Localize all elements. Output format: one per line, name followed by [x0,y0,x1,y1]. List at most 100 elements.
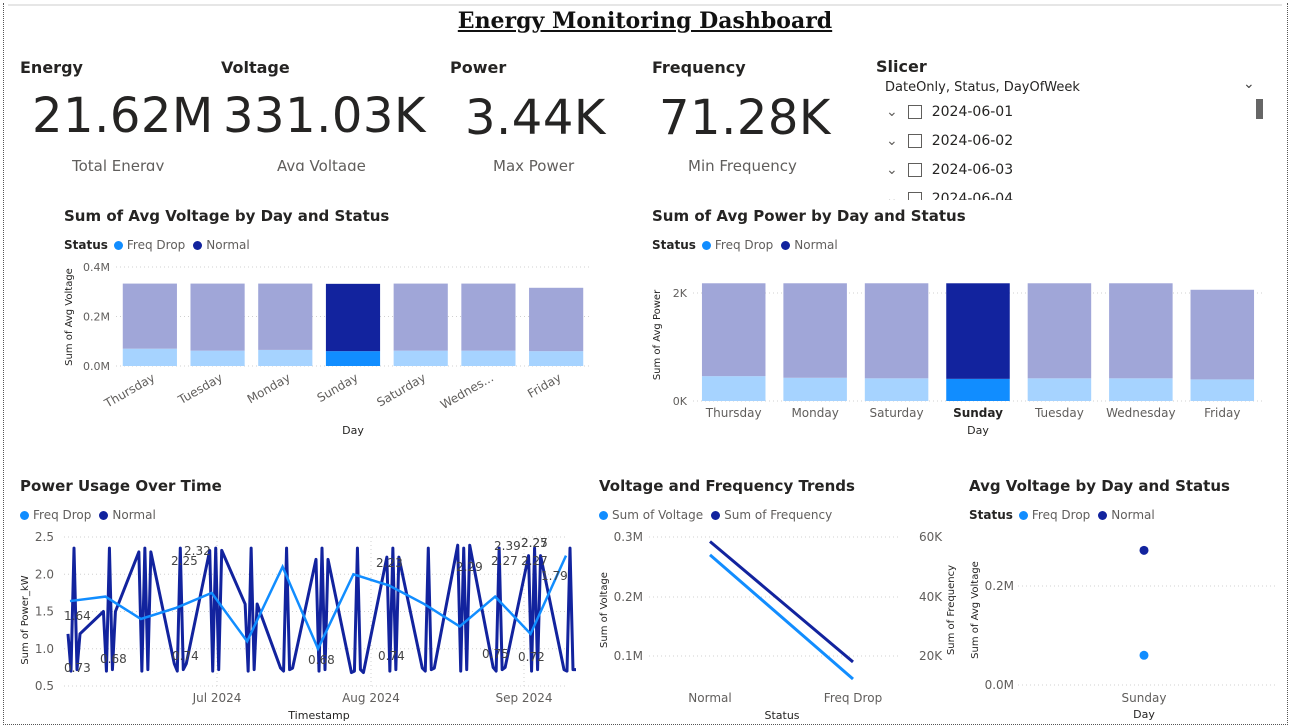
card-frequency-label: Frequency [652,58,746,77]
legend-normal-marker [99,510,109,520]
x-axis-label: Day [1133,708,1155,721]
point-freq-drop [1139,650,1149,660]
page-title: Energy Monitoring Dashboard [457,8,833,34]
data-label: 0.75 [482,647,509,661]
legend-normal[interactable]: Normal [206,238,249,252]
x-tick-label: Sunday [1122,691,1167,705]
bar-freq-drop [783,377,847,401]
legend-freq-drop-marker [113,240,123,250]
data-label: 1.64 [64,609,91,623]
bar-normal [1190,289,1255,380]
data-label: 2.25 [171,554,198,568]
y-axis-label: Sum of Avg Voltage [64,268,75,366]
top-divider [8,4,1282,6]
x-tick-label: Saturday [374,370,428,409]
chart5-title: Avg Voltage by Day and Status [969,477,1230,495]
card-energy-caption: Total Energy [72,157,165,171]
x-tick-label: Saturday [870,406,924,420]
legend-freq-drop[interactable]: Freq Drop [715,238,773,252]
card-voltage-label: Voltage [221,58,290,77]
slicer-chevron-down-icon[interactable]: ⌄ [1243,76,1255,92]
bar-freq-drop [190,350,245,366]
legend-freq-drop[interactable]: Freq Drop [1032,508,1090,522]
legend-sum-of-voltage[interactable]: Sum of Voltage [612,508,703,522]
chart-voltage-frequency-trends[interactable]: 0.3M 60K0.2M 40K0.1M 20KNormal Freq DropStat… [595,525,975,725]
data-label: 1.79 [541,569,568,583]
slicer-list: ⌄ 2024-06-01 ⌄ 2024-06-02 ⌄ 2024-06-03 ⌄ 202… [880,102,1240,200]
data-label: 2.23 [376,556,403,570]
x-tick-label: Friday [525,370,564,400]
chart1-legend: Status Freq Drop Normal [64,238,250,252]
slicer-item[interactable]: ⌄ 2024-06-02 [886,133,1013,149]
chart-avg-voltage-scatter[interactable]: 0.2M 0.0M Sunday Day Sum of Frequency Sum of … [940,525,1280,725]
legend-sum-of-frequency[interactable]: Sum of Frequency [724,508,832,522]
bar-normal [701,283,766,377]
legend-normal-marker [1098,510,1108,520]
slicer-title: Slicer [876,57,927,76]
x-tick-label: Sep 2024 [496,691,553,705]
chart2-legend: Status Freq Drop Normal [652,238,838,252]
bar-freq-drop [1027,378,1092,401]
y-axis-label: Sum of Voltage [599,572,610,648]
data-label: 0.74 [378,649,405,663]
bar-normal [946,283,1010,379]
chart-power-by-day[interactable]: 2K 0K Thursday Monday Saturday Sunday Tuesday W… [648,255,1268,445]
bar-freq-drop [393,350,448,366]
y-tick-label: 2K [673,287,688,300]
chart-power-usage-over-time[interactable]: 2.5 2.0 1.5 1.0 0.5 Jul 2024 Aug 2024 Sep 2024 1… [16,525,576,725]
y-tick-label: 0.3M [614,530,643,544]
card-power-caption: Max Power [493,157,575,175]
y-tick-label: 0.0M [83,360,110,373]
y-tick-label: 0.2M [614,590,643,604]
x-tick-label: Monday [245,370,293,406]
x-tick-label: Jul 2024 [192,691,242,705]
x-tick-label: Thursday [101,370,157,411]
expand-chevron-icon[interactable]: ⌄ [886,191,898,200]
slicer-item-label: 2024-06-03 [931,162,1014,178]
slicer-scrollbar[interactable] [1256,99,1263,119]
legend-title: Status [969,508,1013,522]
checkbox[interactable] [907,163,922,177]
card-power-value: 3.44K [465,90,606,146]
y-tick-label: 0.0M [985,678,1014,692]
expand-chevron-icon[interactable]: ⌄ [886,104,898,120]
data-label: 2.39 [494,539,521,553]
y-tick-label: 0.1M [614,649,643,663]
legend-normal-marker [781,240,791,250]
checkbox[interactable] [907,105,922,119]
x-axis-label: Timestamp [287,709,349,722]
data-label: 0.68 [308,653,335,667]
legend-freq-drop[interactable]: Freq Drop [33,508,91,522]
legend-freq-drop[interactable]: Freq Drop [127,238,185,252]
legend-normal[interactable]: Normal [794,238,837,252]
chart-voltage-by-day[interactable]: 0.4M 0.2M 0.0MThursday Tuesday Monday Sunday S… [60,255,600,445]
checkbox[interactable] [907,192,922,200]
checkbox[interactable] [907,134,922,148]
chart1-title: Sum of Avg Voltage by Day and Status [64,207,390,225]
card-frequency-value: 71.28K [659,90,831,146]
expand-chevron-icon[interactable]: ⌄ [886,133,898,149]
bar-normal [190,283,245,351]
x-tick-label: Monday [791,406,838,420]
bar-freq-drop [1109,378,1173,401]
x-axis-label: Day [967,424,989,437]
x-tick-label: Thursday [705,406,762,420]
x-tick-label: Sunday [953,406,1003,420]
bar-freq-drop [701,376,766,401]
series-line-frequency [709,540,854,664]
legend-title: Status [64,238,108,252]
bar-freq-drop [325,351,381,366]
slicer-item[interactable]: ⌄ 2024-06-01 [886,104,1013,120]
bar-normal [461,283,516,351]
slicer-item[interactable]: ⌄ 2024-06-04 [886,191,1013,200]
card-voltage-caption: Avg Voltage [277,157,366,171]
slicer-item[interactable]: ⌄ 2024-06-03 [886,162,1013,178]
legend-normal[interactable]: Normal [1111,508,1154,522]
x-tick-label: Aug 2024 [342,691,400,705]
legend-title: Status [652,238,696,252]
bar-freq-drop [864,378,929,401]
bar-freq-drop [946,378,1010,401]
legend-normal[interactable]: Normal [112,508,155,522]
bar-freq-drop [258,349,313,366]
expand-chevron-icon[interactable]: ⌄ [886,162,898,178]
